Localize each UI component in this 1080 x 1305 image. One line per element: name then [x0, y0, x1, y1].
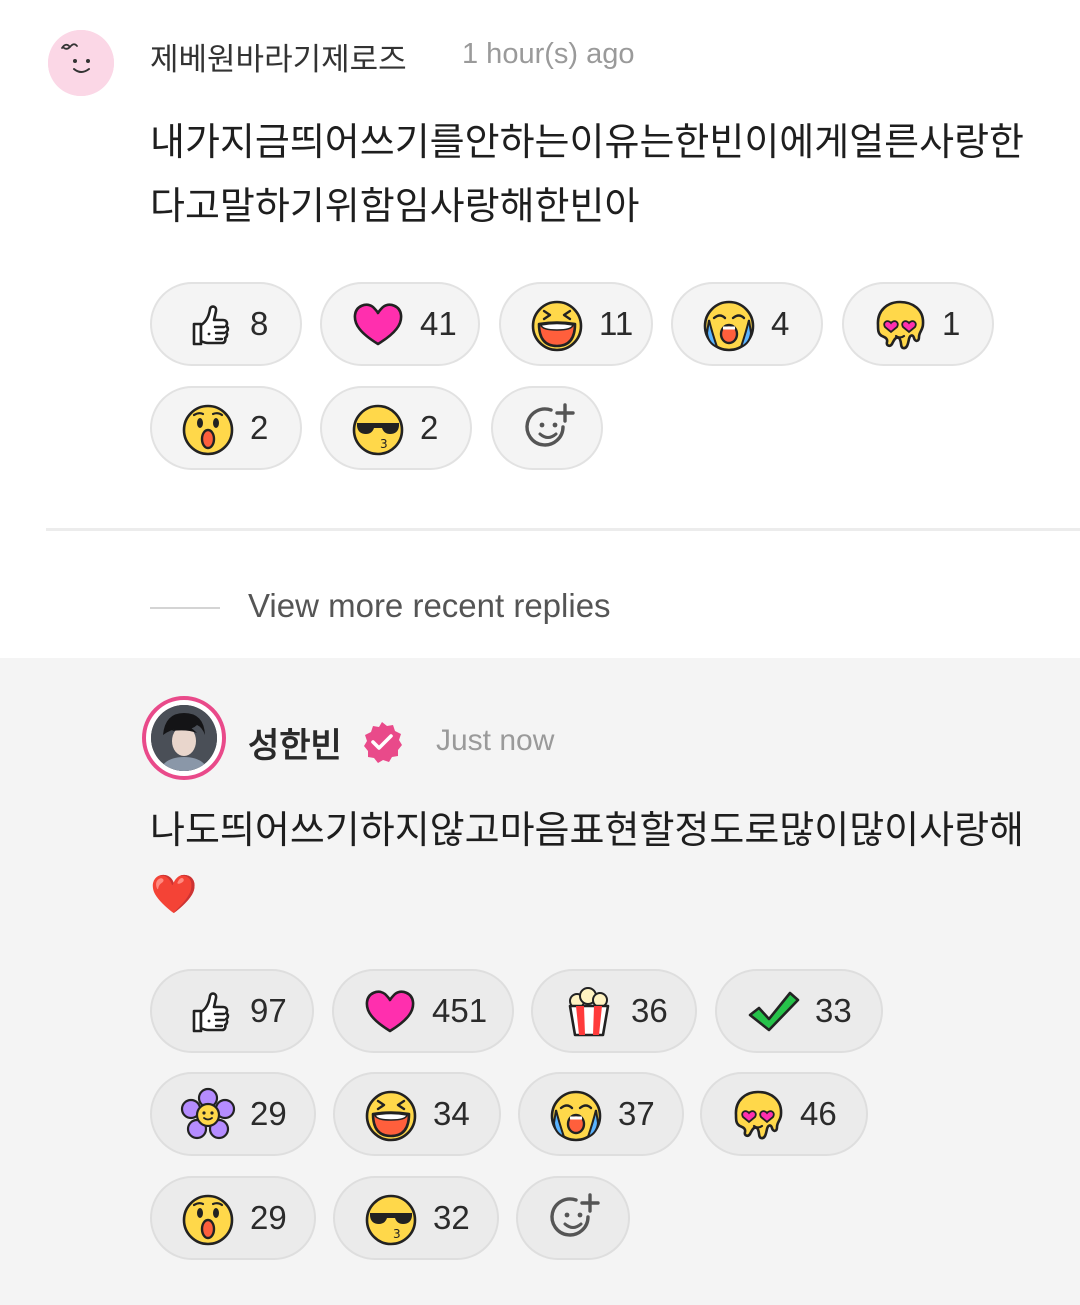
- avatar[interactable]: [48, 30, 114, 96]
- reaction-count: 41: [420, 305, 457, 342]
- heart-icon: [362, 984, 418, 1040]
- reaction-count: 33: [815, 992, 852, 1029]
- reaction-flower[interactable]: 29: [150, 1072, 316, 1156]
- reaction-count: 1: [942, 305, 961, 342]
- view-more-replies-link[interactable]: View more recent replies: [248, 587, 611, 625]
- reaction-heart[interactable]: 451: [332, 969, 514, 1053]
- reaction-count: 36: [631, 992, 668, 1029]
- add-reaction-button[interactable]: [516, 1176, 630, 1260]
- crying-face-icon: [548, 1087, 604, 1143]
- divider: [46, 528, 1080, 531]
- reaction-count: 2: [250, 409, 269, 446]
- comment-timestamp: 1 hour(s) ago: [462, 38, 635, 70]
- reaction-count: 451: [432, 992, 488, 1029]
- reaction-count: 8: [250, 305, 269, 342]
- reaction-count: 2: [420, 409, 439, 446]
- comment-card: 제베원바라기제로즈 1 hour(s) ago 내가지금띄어쓰기를안하는이유는한…: [0, 0, 1080, 530]
- check-icon: [745, 984, 801, 1040]
- add-emoji-icon: [521, 401, 577, 457]
- reply-text: 나도띄어쓰기하지않고마음표현할정도로많이많이사랑해❤️: [150, 808, 1025, 916]
- add-emoji-icon: [546, 1191, 602, 1247]
- flower-icon: [180, 1087, 236, 1143]
- reply-timestamp: Just now: [436, 724, 555, 757]
- reaction-laughing[interactable]: 11: [499, 282, 653, 366]
- melting-heart-eyes-icon: [730, 1087, 786, 1143]
- reaction-heart[interactable]: 41: [320, 282, 480, 366]
- reply-card: 성한빈 Just now 나도띄어쓰기하지않고마음표현할정도로많이많이사랑해❤️…: [0, 658, 1080, 1305]
- laughing-face-icon: [529, 297, 585, 353]
- reaction-check[interactable]: 33: [715, 969, 883, 1053]
- reaction-crying[interactable]: 37: [518, 1072, 684, 1156]
- verified-badge-icon: [360, 720, 404, 764]
- reaction-surprised[interactable]: 29: [150, 1176, 316, 1260]
- comment-author[interactable]: 제베원바라기제로즈: [150, 34, 407, 79]
- comment-text: 내가지금띄어쓰기를안하는이유는한빈이에게얼른사랑한다고말하기위함임사랑해한빈아: [150, 120, 1025, 228]
- sunglasses-kiss-icon: [350, 401, 406, 457]
- view-more-line: [150, 607, 220, 609]
- reaction-thumbs-up[interactable]: 8: [150, 282, 302, 366]
- reaction-count: 32: [433, 1199, 470, 1236]
- sunglasses-kiss-icon: [363, 1191, 419, 1247]
- crying-face-icon: [701, 297, 757, 353]
- profile-photo: [151, 705, 217, 771]
- avatar[interactable]: [142, 696, 226, 780]
- smiley-avatar-icon: [48, 30, 114, 96]
- reaction-melting-love[interactable]: 46: [700, 1072, 868, 1156]
- reaction-cool-kiss[interactable]: 2: [320, 386, 472, 470]
- reaction-count: 46: [800, 1095, 837, 1132]
- reaction-count: 97: [250, 992, 287, 1029]
- reaction-popcorn[interactable]: 36: [531, 969, 697, 1053]
- popcorn-icon: [561, 984, 617, 1040]
- thumbs-up-icon: [180, 984, 236, 1040]
- reaction-thumbs-up[interactable]: 97: [150, 969, 314, 1053]
- reaction-melting-love[interactable]: 1: [842, 282, 994, 366]
- add-reaction-button[interactable]: [491, 386, 603, 470]
- reaction-count: 34: [433, 1095, 470, 1132]
- surprised-face-icon: [180, 401, 236, 457]
- laughing-face-icon: [363, 1087, 419, 1143]
- reply-author[interactable]: 성한빈: [248, 718, 342, 767]
- reaction-laughing[interactable]: 34: [333, 1072, 501, 1156]
- thumbs-up-icon: [180, 297, 236, 353]
- reaction-surprised[interactable]: 2: [150, 386, 302, 470]
- reaction-count: 11: [599, 305, 634, 342]
- heart-icon: [350, 297, 406, 353]
- reaction-count: 29: [250, 1199, 287, 1236]
- reaction-count: 4: [771, 305, 790, 342]
- melting-heart-eyes-icon: [872, 297, 928, 353]
- reaction-cool-kiss[interactable]: 32: [333, 1176, 499, 1260]
- reaction-count: 37: [618, 1095, 655, 1132]
- reaction-count: 29: [250, 1095, 287, 1132]
- surprised-face-icon: [180, 1191, 236, 1247]
- reaction-crying[interactable]: 4: [671, 282, 823, 366]
